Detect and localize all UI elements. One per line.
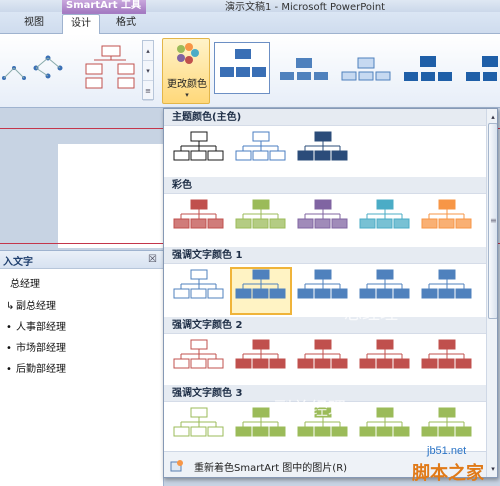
chevron-down-icon: ▾: [185, 91, 189, 99]
color-swatch-4-3[interactable]: [294, 337, 352, 375]
layout-gallery-scroll[interactable]: ▴ ▾ ≡: [142, 40, 154, 101]
list-item-text: 人事部经理: [16, 322, 66, 333]
recolor-pictures-label: 重新着色SmartArt 图中的图片(R): [194, 463, 348, 474]
list-item[interactable]: ↳ 副总经理: [6, 297, 56, 312]
tab-design[interactable]: 设计: [62, 14, 100, 35]
scroll-down-arrow[interactable]: ▾: [487, 463, 497, 475]
color-swatch-2-4[interactable]: [356, 197, 414, 235]
change-colors-gallery: 主题颜色(主色) 彩色 强调文字颜色 1 强调文字颜色 2 强调文字颜色 3 总…: [163, 108, 498, 478]
section-header-primary-theme: 主题颜色(主色): [164, 109, 486, 126]
color-swatch-2-5[interactable]: [418, 197, 476, 235]
list-item[interactable]: 总经理: [0, 275, 40, 290]
layout-thumbnail-2[interactable]: [28, 48, 68, 88]
color-swatch-5-4[interactable]: [356, 405, 414, 443]
watermark-site: jb51.net: [427, 445, 467, 457]
smartart-style-1[interactable]: [214, 42, 270, 94]
bullet-icon: •: [6, 322, 12, 333]
list-item-text: 后勤部经理: [16, 364, 66, 375]
list-item-text: 副总经理: [16, 301, 56, 312]
text-pane-title: 入文字: [3, 257, 33, 268]
tab-format[interactable]: 格式: [108, 14, 144, 34]
color-swatch-5-5[interactable]: [418, 405, 476, 443]
change-colors-button[interactable]: 更改颜色 ▾: [162, 38, 210, 104]
smartart-style-3[interactable]: [338, 42, 394, 94]
color-swatch-3-1[interactable]: [170, 267, 228, 305]
section-header-accent-1: 强调文字颜色 1: [164, 247, 486, 264]
smartart-text-pane: 入文字 ☒ 总经理 ↳ 副总经理 • 人事部经理 • 市场部经理 • 后勤部经理: [0, 250, 164, 486]
color-swatch-1-1[interactable]: [170, 129, 228, 167]
list-item[interactable]: • 市场部经理: [6, 339, 66, 354]
list-item[interactable]: • 后勤部经理: [6, 360, 66, 375]
color-palette-icon: [177, 43, 199, 64]
smartart-style-4[interactable]: [400, 42, 456, 94]
change-colors-label: 更改颜色: [167, 79, 207, 90]
gallery-scrollbar[interactable]: ▴ ≡ ▾: [486, 109, 497, 477]
section-header-colorful: 彩色: [164, 177, 486, 194]
color-swatch-2-2[interactable]: [232, 197, 290, 235]
bullet-icon: ↳: [6, 301, 15, 312]
layout-scroll-down[interactable]: ▾: [143, 61, 153, 81]
color-swatch-4-5[interactable]: [418, 337, 476, 375]
scroll-grip-icon: ≡: [490, 216, 497, 225]
layout-scroll-up[interactable]: ▴: [143, 41, 153, 61]
color-swatch-4-2[interactable]: [232, 337, 290, 375]
recolor-picture-icon: [170, 460, 183, 472]
layout-thumbnail-3[interactable]: [82, 44, 140, 92]
color-swatch-1-2[interactable]: [232, 129, 290, 167]
list-item-text: 总经理: [10, 279, 40, 290]
section-header-accent-2: 强调文字颜色 2: [164, 317, 486, 334]
ribbon: ▴ ▾ ≡ 更改颜色 ▾: [0, 34, 500, 108]
layout-more[interactable]: ≡: [143, 81, 153, 101]
color-swatch-5-1[interactable]: [170, 405, 228, 443]
list-item-text: 市场部经理: [16, 343, 66, 354]
smartart-style-5[interactable]: [462, 42, 500, 94]
color-swatch-2-1[interactable]: [170, 197, 228, 235]
ribbon-tabs: 视图 设计 格式: [0, 12, 500, 35]
slide-canvas[interactable]: [58, 144, 168, 248]
tab-view[interactable]: 视图: [16, 14, 52, 34]
text-pane-header: 入文字 ☒: [0, 251, 164, 269]
scroll-thumb[interactable]: ≡: [488, 123, 497, 319]
color-swatch-2-3[interactable]: [294, 197, 352, 235]
color-swatch-4-1[interactable]: [170, 337, 228, 375]
bullet-icon: •: [6, 364, 12, 375]
color-swatch-3-2[interactable]: [232, 267, 290, 305]
ghost-text: 副总经理: [274, 399, 346, 420]
color-swatch-3-5[interactable]: [418, 267, 476, 305]
color-swatch-4-4[interactable]: [356, 337, 414, 375]
bullet-icon: •: [6, 343, 12, 354]
context-tab-accent: [62, 12, 146, 14]
smartart-style-2[interactable]: [276, 42, 332, 94]
ghost-text: 总经理: [344, 303, 398, 324]
watermark-name: 脚本之家: [412, 463, 484, 484]
close-icon[interactable]: ☒: [148, 254, 157, 265]
smartart-tools-context-tab: SmartArt 工具: [62, 0, 146, 12]
color-swatch-1-3[interactable]: [294, 129, 352, 167]
scroll-up-arrow[interactable]: ▴: [487, 111, 497, 123]
list-item[interactable]: • 人事部经理: [6, 318, 66, 333]
